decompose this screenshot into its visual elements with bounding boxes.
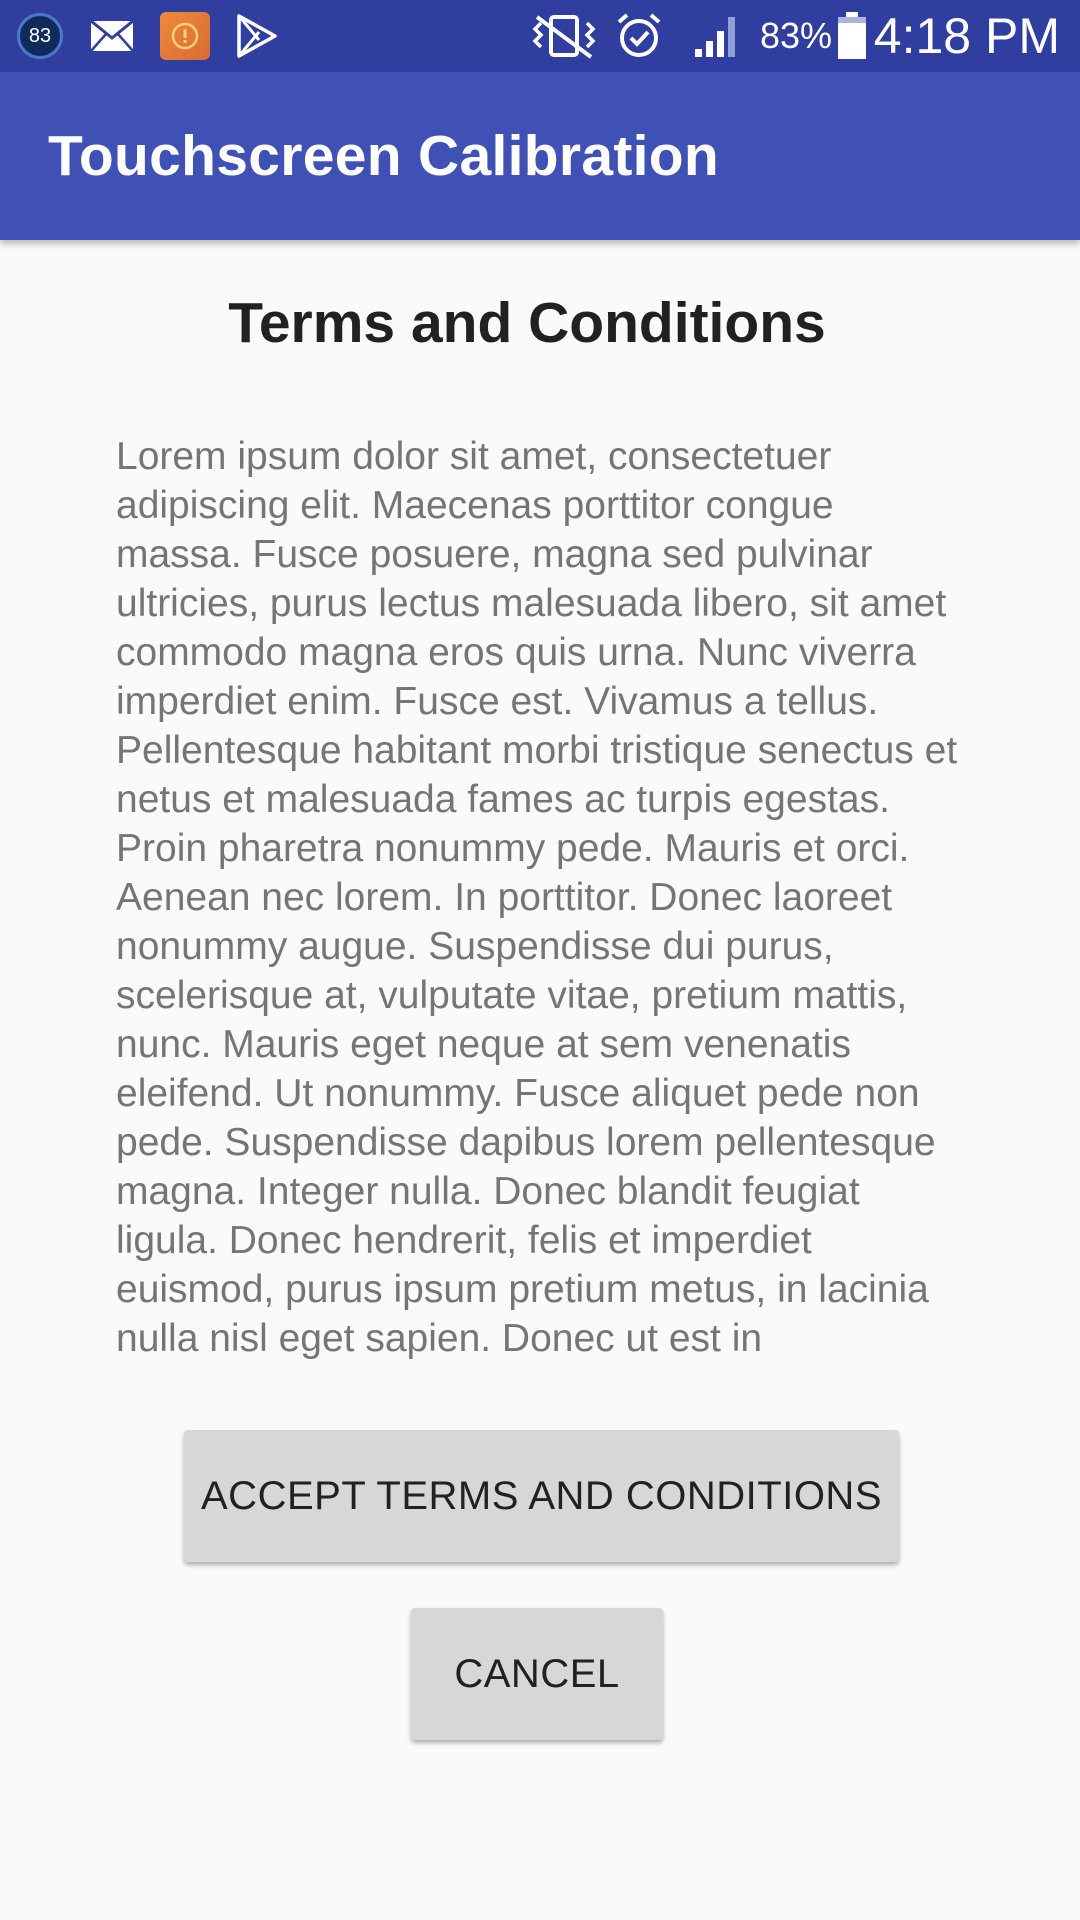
notification-count-icon: 83 — [14, 0, 66, 72]
terms-scroll-area[interactable]: Lorem ipsum dolor sit amet, consectetuer… — [116, 432, 966, 1384]
battery-percent: 83% — [760, 15, 833, 56]
clock-time: 4:18 PM — [873, 8, 1060, 64]
battery-icon — [836, 0, 868, 72]
notification-count-badge: 83 — [17, 13, 63, 59]
play-store-icon — [234, 0, 280, 72]
mail-icon — [88, 0, 136, 72]
terms-text: Lorem ipsum dolor sit amet, consectetuer… — [116, 435, 958, 1360]
app-title: Touchscreen Calibration — [48, 124, 719, 188]
accept-terms-button[interactable]: ACCEPT TERMS AND CONDITIONS — [184, 1430, 899, 1562]
alarm-icon — [614, 0, 664, 72]
app-bar: Touchscreen Calibration — [0, 72, 1080, 240]
vibrate-mute-icon — [528, 0, 600, 72]
alert-app-icon — [158, 0, 212, 72]
signal-icon — [692, 0, 744, 72]
status-bar: 83 83% 4:18 PM — [0, 0, 1080, 72]
cancel-button[interactable]: CANCEL — [411, 1608, 663, 1740]
page-heading: Terms and Conditions — [228, 291, 826, 355]
